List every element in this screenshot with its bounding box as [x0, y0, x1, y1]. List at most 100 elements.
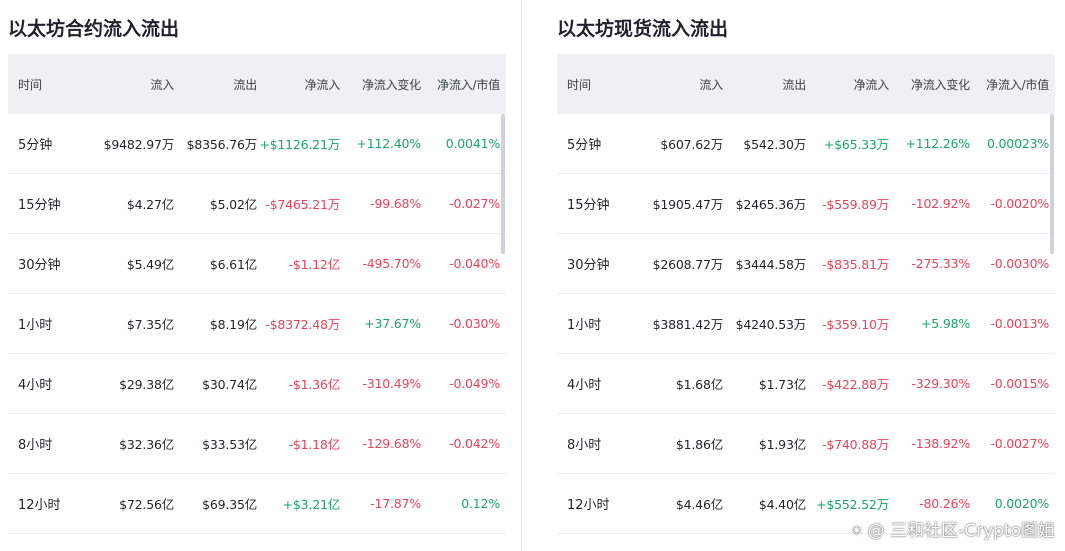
row-net-change: -99.68%	[370, 196, 421, 211]
header-net-inflow[interactable]: 净流入	[806, 76, 890, 93]
row-net-ratio: -0.042%	[449, 436, 500, 451]
row-time: 30分钟	[18, 258, 61, 273]
row-net-change: +112.40%	[356, 136, 422, 151]
row-time: 12小时	[18, 498, 61, 513]
row-time: 5分钟	[18, 138, 53, 153]
row-net-change: +37.67%	[364, 316, 421, 331]
table-row[interactable]: 5分钟 $607.62万 $542.30万 +$65.33万 +112.26% 0.000…	[557, 114, 1055, 174]
row-net-ratio: -0.0015%	[990, 376, 1049, 391]
weibo-icon: ✴	[850, 521, 864, 540]
spot-table-header: 时间 流入 流出 净流入 净流入变化 净流入/市值	[557, 54, 1055, 114]
table-row[interactable]: 30分钟 $5.49亿 $6.61亿 -$1.12亿 -495.70% -0.040%	[8, 234, 506, 294]
watermark-text: @ 三和社区-Crypto图姐	[867, 521, 1055, 541]
row-time: 5分钟	[567, 138, 602, 153]
header-inflow[interactable]: 流入	[643, 76, 723, 93]
table-row[interactable]: 8小时 $1.86亿 $1.93亿 -$740.88万 -138.92% -0.0027%	[557, 414, 1055, 474]
futures-scrollbar[interactable]	[501, 114, 505, 254]
header-net-change[interactable]: 净流入变化	[340, 76, 421, 93]
row-net-change: -329.30%	[911, 376, 970, 391]
row-inflow: $3881.42万	[652, 317, 724, 332]
row-time: 30分钟	[567, 258, 610, 273]
header-net-change[interactable]: 净流入变化	[889, 76, 970, 93]
row-net-ratio: -0.040%	[449, 256, 500, 271]
table-row[interactable]: 1小时 $3881.42万 $4240.53万 -$359.10万 +5.98% -0.0…	[557, 294, 1055, 354]
row-inflow: $1905.47万	[652, 197, 724, 212]
row-net-inflow: -$1.18亿	[288, 437, 341, 452]
table-row[interactable]: 30分钟 $2608.77万 $3444.58万 -$835.81万 -275.33% -…	[557, 234, 1055, 294]
row-net-ratio: 0.00023%	[987, 136, 1049, 151]
row-net-inflow: -$835.81万	[822, 257, 889, 272]
row-net-change: -102.92%	[911, 196, 970, 211]
row-net-inflow: -$740.88万	[822, 437, 889, 452]
spot-panel: 以太坊现货流入流出 时间 流入 流出 净流入 净流入变化 净流入/市值 5分钟 $…	[557, 0, 1055, 551]
row-time: 4小时	[567, 378, 602, 393]
row-net-change: -138.92%	[911, 436, 970, 451]
row-net-inflow: -$1.36亿	[288, 377, 341, 392]
header-net-ratio[interactable]: 净流入/市值	[970, 76, 1051, 93]
table-row[interactable]: 8小时 $32.36亿 $33.53亿 -$1.18亿 -129.68% -0.042%	[8, 414, 506, 474]
header-time[interactable]: 时间	[8, 76, 94, 93]
row-net-inflow: +$1126.21万	[259, 137, 340, 152]
row-net-ratio: 0.0020%	[994, 496, 1049, 511]
row-net-change: -129.68%	[362, 436, 421, 451]
spot-table-body: 5分钟 $607.62万 $542.30万 +$65.33万 +112.26% 0.000…	[557, 114, 1055, 534]
panel-divider	[521, 0, 522, 551]
table-row[interactable]: 15分钟 $1905.47万 $2465.36万 -$559.89万 -102.92% -…	[557, 174, 1055, 234]
row-net-inflow: -$1.12亿	[288, 257, 341, 272]
header-outflow[interactable]: 流出	[723, 76, 806, 93]
spot-scrollbar[interactable]	[1050, 114, 1054, 254]
row-time: 4小时	[18, 378, 53, 393]
row-net-inflow: -$359.10万	[822, 317, 889, 332]
row-net-inflow: +$3.21亿	[282, 497, 341, 512]
row-time: 15分钟	[18, 198, 61, 213]
row-net-ratio: -0.049%	[449, 376, 500, 391]
row-net-inflow: -$7465.21万	[265, 197, 340, 212]
row-outflow: $69.35亿	[202, 497, 257, 512]
table-row[interactable]: 15分钟 $4.27亿 $5.02亿 -$7465.21万 -99.68% -0.027%	[8, 174, 506, 234]
row-outflow: $542.30万	[743, 137, 806, 152]
row-outflow: $2465.36万	[735, 197, 807, 212]
table-row[interactable]: 5分钟 $9482.97万 $8356.76万 +$1126.21万 +112.40% 0…	[8, 114, 506, 174]
row-inflow: $72.56亿	[119, 497, 174, 512]
row-net-change: +5.98%	[921, 316, 970, 331]
row-outflow: $8.19亿	[209, 317, 257, 332]
row-inflow: $2608.77万	[652, 257, 724, 272]
row-net-inflow: +$552.52万	[816, 497, 889, 512]
spot-title: 以太坊现货流入流出	[557, 18, 729, 40]
row-outflow: $3444.58万	[735, 257, 807, 272]
futures-table-header: 时间 流入 流出 净流入 净流入变化 净流入/市值	[8, 54, 506, 114]
table-row[interactable]: 12小时 $72.56亿 $69.35亿 +$3.21亿 -17.87% 0.12%	[8, 474, 506, 534]
header-outflow[interactable]: 流出	[174, 76, 257, 93]
row-outflow: $6.61亿	[209, 257, 257, 272]
table-row[interactable]: 4小时 $29.38亿 $30.74亿 -$1.36亿 -310.49% -0.049%	[8, 354, 506, 414]
row-time: 8小时	[567, 438, 602, 453]
row-net-inflow: +$65.33万	[823, 137, 889, 152]
table-row[interactable]: 4小时 $1.68亿 $1.73亿 -$422.88万 -329.30% -0.0015%	[557, 354, 1055, 414]
row-time: 1小时	[567, 318, 602, 333]
row-net-change: -17.87%	[370, 496, 421, 511]
futures-table: 时间 流入 流出 净流入 净流入变化 净流入/市值 5分钟 $9482.97万 $8…	[8, 54, 506, 534]
row-net-ratio: -0.030%	[449, 316, 500, 331]
table-row[interactable]: 1小时 $7.35亿 $8.19亿 -$8372.48万 +37.67% -0.030%	[8, 294, 506, 354]
row-net-change: -80.26%	[919, 496, 970, 511]
row-net-change: -310.49%	[362, 376, 421, 391]
row-net-inflow: -$559.89万	[822, 197, 889, 212]
row-net-ratio: -0.0030%	[990, 256, 1049, 271]
row-time: 8小时	[18, 438, 53, 453]
row-outflow: $8356.76万	[186, 137, 258, 152]
row-net-change: -275.33%	[911, 256, 970, 271]
header-inflow[interactable]: 流入	[94, 76, 174, 93]
header-net-ratio[interactable]: 净流入/市值	[421, 76, 502, 93]
header-net-inflow[interactable]: 净流入	[257, 76, 341, 93]
row-inflow: $9482.97万	[103, 137, 175, 152]
row-net-ratio: 0.0041%	[445, 136, 500, 151]
row-inflow: $7.35亿	[126, 317, 174, 332]
row-net-change: +112.26%	[905, 136, 971, 151]
row-outflow: $30.74亿	[202, 377, 257, 392]
row-outflow: $33.53亿	[202, 437, 257, 452]
row-time: 12小时	[567, 498, 610, 513]
row-time: 1小时	[18, 318, 53, 333]
spot-table: 时间 流入 流出 净流入 净流入变化 净流入/市值 5分钟 $607.62万 $54…	[557, 54, 1055, 534]
header-time[interactable]: 时间	[557, 76, 643, 93]
row-outflow: $1.93亿	[758, 437, 806, 452]
